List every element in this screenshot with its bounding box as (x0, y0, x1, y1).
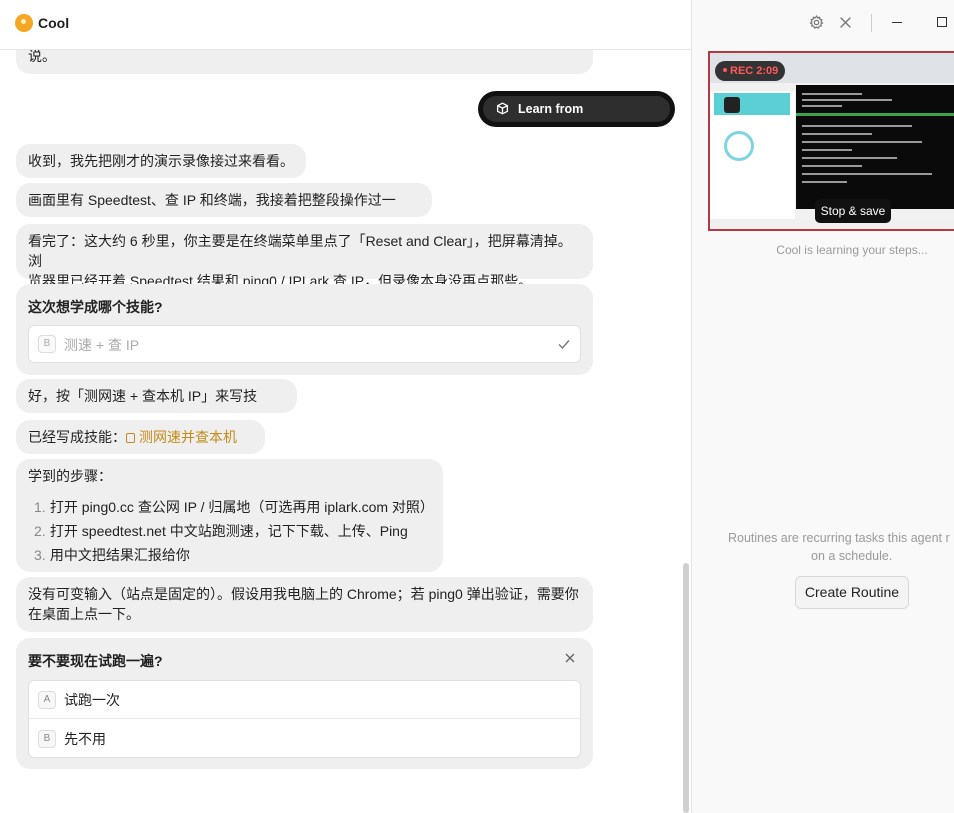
step-number: 1. (34, 499, 46, 515)
option-not-now[interactable]: B 先不用 (29, 720, 580, 758)
skill-choice-card: 这次想学成哪个技能? B 测速 + 查 IP (16, 284, 593, 375)
learn-button-label: Learn from demonstration (518, 102, 605, 142)
assistant-message: 好，按「测网速 + 查本机 IP」来写技能。 (16, 379, 297, 438)
message-text: 看完了：这大约 6 秒里，你主要是在终端菜单里点了「Reset and Clea… (28, 233, 572, 269)
recording-badge: REC 2:09 (715, 61, 785, 81)
steps-title: 学到的步骤： (28, 468, 112, 484)
close-icon[interactable] (564, 652, 576, 664)
message-text: 没有可变输入（站点是固定的）。假设用我电脑上的 Chrome；若 ping0 弹… (28, 586, 579, 602)
skill-input-placeholder: 测速 + 查 IP (64, 337, 140, 353)
skill-input[interactable]: B 测速 + 查 IP (28, 325, 581, 363)
list-item: 1. 打开 ping0.cc 查公网 IP / 归属地（可选再用 iplark.… (34, 497, 434, 517)
message-text: 在桌面上点一下。 (28, 606, 140, 622)
step-text: 打开 speedtest.net 中文站跑测速，记下下载、上传、Ping (49, 523, 408, 539)
chat-pane: 说。 Cool Learn from demonstration 收到，我先把刚… (0, 0, 691, 813)
side-panel: REC 2:09 Stop & save Cool is learning yo… (691, 0, 954, 813)
step-number: 3. (34, 547, 46, 563)
gear-icon[interactable] (809, 15, 824, 30)
assistant-message: 收到，我先把刚才的演示录像接过来看看。 (16, 144, 306, 178)
option-key-badge: B (38, 335, 56, 353)
routines-empty-text: on a schedule. (811, 549, 893, 563)
check-icon[interactable] (557, 337, 571, 351)
message-text: 说。 (28, 48, 56, 64)
option-key-badge: A (38, 691, 56, 709)
option-label: 先不用 (64, 731, 106, 747)
option-key-badge: B (38, 730, 56, 748)
toolbar-divider (871, 14, 872, 32)
terminal-thumbnail (796, 85, 954, 209)
assistant-message-steps: 学到的步骤： 1. 打开 ping0.cc 查公网 IP / 归属地（可选再用 … (16, 459, 443, 572)
speedtest-logo-icon (724, 97, 740, 113)
try-run-question: 要不要现在试跑一遍? (28, 653, 163, 669)
close-icon[interactable] (839, 16, 852, 29)
file-icon (126, 433, 135, 443)
app-logo-icon (15, 14, 33, 32)
option-label: 试跑一次 (64, 692, 120, 708)
list-item: 2. 打开 speedtest.net 中文站跑测速，记下下载、上传、Ping (34, 521, 408, 541)
list-item: 3. 用中文把结果汇报给你 (34, 545, 190, 565)
app-title: Cool (38, 15, 70, 31)
learn-from-demonstration-button[interactable]: Learn from demonstration (478, 91, 675, 142)
cube-icon (496, 102, 509, 115)
record-dot-icon (723, 68, 727, 72)
chat-scrollbar[interactable] (683, 563, 689, 813)
minimize-icon[interactable] (892, 22, 902, 23)
gauge-icon (724, 131, 754, 161)
stop-and-save-button[interactable]: Stop & save (815, 199, 891, 223)
message-text: 收到，我先把刚才的演示录像接过来看看。 (28, 153, 294, 169)
option-run-once[interactable]: A 试跑一次 (29, 681, 580, 719)
create-routine-button[interactable]: Create Routine (795, 576, 909, 609)
step-text: 用中文把结果汇报给你 (49, 547, 190, 563)
try-run-card: 要不要现在试跑一遍? A 试跑一次 B 先不用 (16, 638, 593, 769)
skill-question: 这次想学成哪个技能? (28, 299, 163, 315)
assistant-message: 看完了：这大约 6 秒里，你主要是在终端菜单里点了「Reset and Clea… (16, 224, 593, 289)
recording-preview: REC 2:09 Stop & save (708, 51, 954, 231)
routines-empty-text: Routines are recurring tasks this agent … (728, 531, 950, 545)
recording-timer: REC 2:09 (730, 65, 779, 77)
title-bar: Cool (0, 0, 691, 50)
maximize-icon[interactable] (937, 17, 947, 27)
step-text: 打开 ping0.cc 查公网 IP / 归属地（可选再用 iplark.com… (49, 499, 434, 515)
assistant-message: 已经写成技能：测网速并查本机 IP (16, 420, 265, 479)
options-list: A 试跑一次 B 先不用 (28, 680, 581, 758)
message-text: 已经写成技能： (28, 429, 126, 445)
learning-status: Cool is learning your steps... (776, 243, 928, 257)
assistant-message: 画面里有 Speedtest、查 IP 和终端，我接着把整段操作过一遍。 (16, 183, 432, 242)
assistant-message: 没有可变输入（站点是固定的）。假设用我电脑上的 Chrome；若 ping0 弹… (16, 577, 593, 632)
routines-empty-state: Routines are recurring tasks this agent … (692, 520, 954, 570)
step-number: 2. (34, 523, 46, 539)
